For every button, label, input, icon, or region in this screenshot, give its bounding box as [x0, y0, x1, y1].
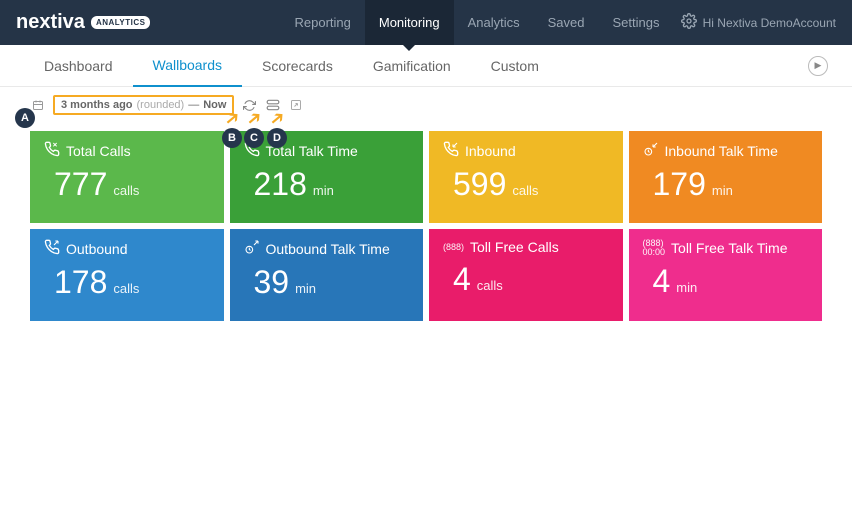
tab-scorecards[interactable]: Scorecards: [242, 45, 353, 87]
tile-value: 39: [254, 264, 290, 301]
tile-title: Outbound Talk Time: [266, 241, 390, 257]
tile-outbound-talk-time[interactable]: Outbound Talk Time 39 min: [230, 229, 424, 321]
tile-unit: calls: [113, 281, 139, 296]
tile-unit: min: [313, 183, 334, 198]
nav-reporting[interactable]: Reporting: [280, 0, 364, 45]
date-range-sep: —: [188, 99, 199, 111]
date-range-picker[interactable]: 3 months ago (rounded) — Now: [53, 95, 234, 115]
tile-value: 4: [453, 261, 471, 298]
top-bar: nextiva ANALYTICS Reporting Monitoring A…: [0, 0, 852, 45]
tile-title: Toll Free Talk Time: [671, 240, 787, 256]
gear-icon: [681, 13, 697, 32]
brand-text-pre: ne: [16, 11, 39, 34]
user-label: Hi Nextiva DemoAccount: [703, 16, 836, 30]
brand-text-x: x: [39, 11, 50, 34]
primary-nav: Reporting Monitoring Analytics Saved Set…: [280, 0, 673, 45]
tile-value: 4: [653, 263, 671, 300]
tab-dashboard[interactable]: Dashboard: [24, 45, 133, 87]
tile-inbound[interactable]: Inbound 599 calls: [429, 131, 623, 223]
nav-monitoring[interactable]: Monitoring: [365, 0, 454, 45]
date-range-rounded: (rounded): [137, 99, 185, 111]
sub-tabs: Dashboard Wallboards Scorecards Gamifica…: [0, 45, 852, 87]
tile-value: 777: [54, 166, 107, 203]
tile-tollfree-talk-time[interactable]: (888) 00:00 Toll Free Talk Time 4 min: [629, 229, 823, 321]
tollfree-icon: (888): [443, 242, 464, 252]
brand-logo: nextiva ANALYTICS: [16, 11, 150, 34]
refresh-icon[interactable]: [242, 98, 257, 113]
tile-title: Inbound Talk Time: [665, 143, 778, 159]
tile-tollfree-calls[interactable]: (888) Toll Free Calls 4 calls: [429, 229, 623, 321]
tollfree-time-icon: (888) 00:00: [643, 239, 666, 257]
phone-sum-icon: [44, 141, 60, 160]
marker-d: D: [267, 128, 287, 148]
popout-icon[interactable]: [288, 98, 303, 113]
tile-unit: min: [676, 280, 697, 295]
toolbar: 3 months ago (rounded) — Now: [0, 87, 852, 121]
marker-a: A: [15, 108, 35, 128]
tile-total-calls[interactable]: Total Calls 777 calls: [30, 131, 224, 223]
phone-outbound-icon: [44, 239, 60, 258]
tile-value: 179: [653, 166, 706, 203]
user-menu[interactable]: Hi Nextiva DemoAccount: [681, 13, 836, 32]
inbound-time-icon: [643, 141, 659, 160]
tile-unit: calls: [512, 183, 538, 198]
tile-value: 218: [254, 166, 307, 203]
tile-value: 599: [453, 166, 506, 203]
marker-b: B: [222, 128, 242, 148]
tab-wallboards[interactable]: Wallboards: [133, 45, 243, 87]
marker-c: C: [244, 128, 264, 148]
tile-unit: min: [712, 183, 733, 198]
brand-text-post: tiva: [50, 11, 84, 34]
phone-inbound-icon: [443, 141, 459, 160]
tile-title: Toll Free Calls: [470, 239, 559, 255]
tile-title: Total Calls: [66, 143, 131, 159]
tile-title: Outbound: [66, 241, 128, 257]
tile-unit: calls: [113, 183, 139, 198]
tab-custom[interactable]: Custom: [471, 45, 559, 87]
brand-badge: ANALYTICS: [91, 16, 151, 29]
tile-grid: Total Calls 777 calls Total Talk Time 21…: [30, 131, 822, 321]
tile-inbound-talk-time[interactable]: Inbound Talk Time 179 min: [629, 131, 823, 223]
tile-title: Inbound: [465, 143, 516, 159]
nav-analytics[interactable]: Analytics: [454, 0, 534, 45]
nav-saved[interactable]: Saved: [534, 0, 599, 45]
tile-outbound[interactable]: Outbound 178 calls: [30, 229, 224, 321]
tile-unit: min: [295, 281, 316, 296]
wallboard-content: Total Calls 777 calls Total Talk Time 21…: [0, 121, 852, 341]
outbound-time-icon: [244, 239, 260, 258]
tile-value: 178: [54, 264, 107, 301]
tile-unit: calls: [477, 278, 503, 293]
date-range-start: 3 months ago: [61, 99, 133, 111]
date-range-end: Now: [203, 99, 226, 111]
nav-settings[interactable]: Settings: [598, 0, 673, 45]
play-icon[interactable]: ▶: [808, 56, 828, 76]
rows-icon[interactable]: [265, 98, 280, 113]
